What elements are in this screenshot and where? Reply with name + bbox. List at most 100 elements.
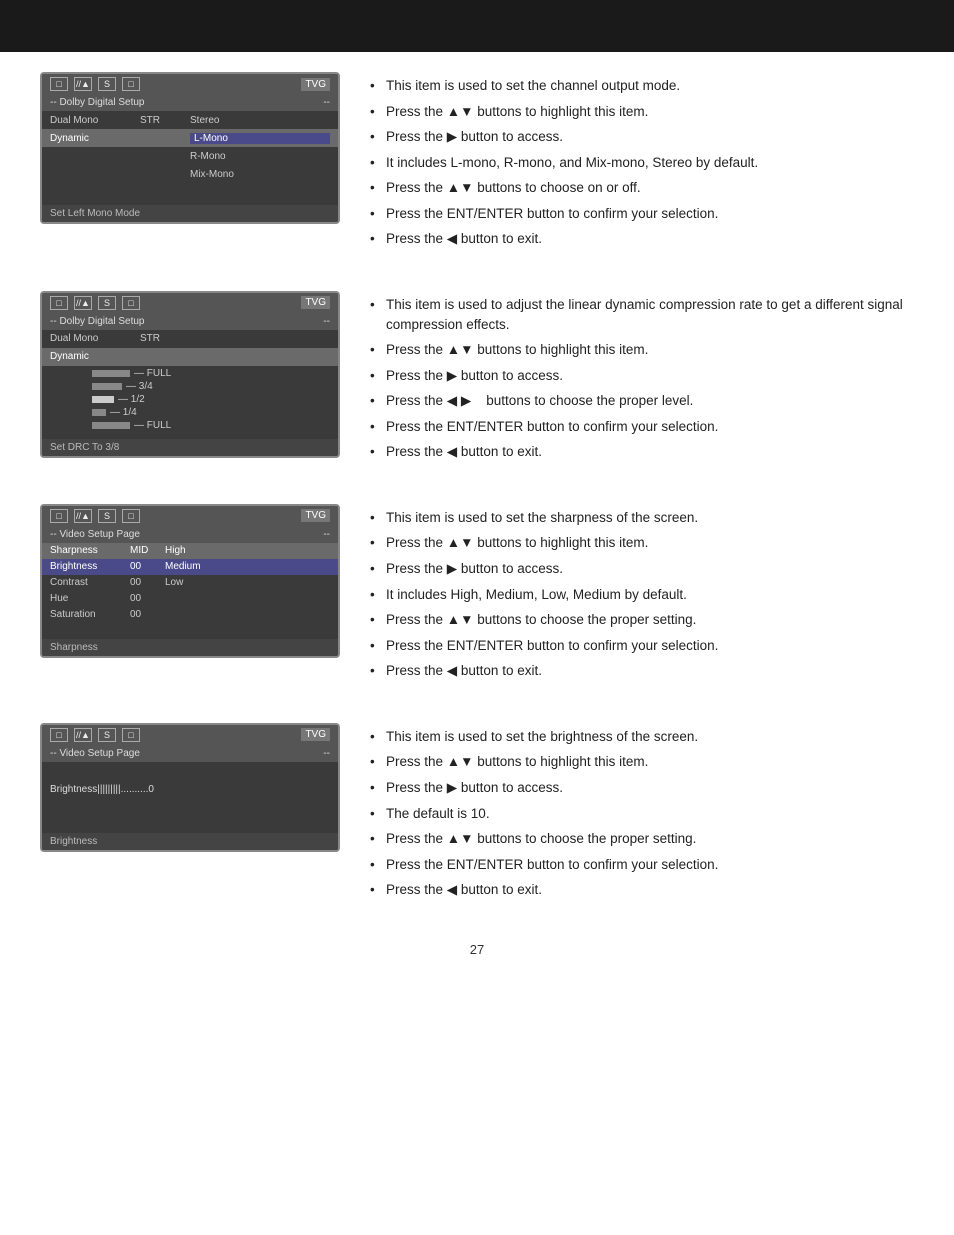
v-col2: 00 bbox=[130, 593, 165, 604]
tv-top-bar: □ //▲ S □ TVG bbox=[42, 74, 338, 94]
tv-icon-1: □ bbox=[50, 509, 68, 523]
section-dual-mono: □ //▲ S □ TVG -- Dolby Digital Setup -- … bbox=[40, 72, 914, 255]
menu-header-right: -- bbox=[323, 97, 330, 108]
tv-row: Dual Mono STR bbox=[42, 330, 338, 348]
drc-label: — FULL bbox=[134, 368, 171, 379]
drc-row: — 1/4 bbox=[42, 407, 330, 418]
bullet-item: Press the ▲▼ buttons to highlight this i… bbox=[370, 533, 914, 553]
col3-selected: L-Mono bbox=[190, 133, 330, 144]
section-brightness: □ //▲ S □ TVG -- Video Setup Page -- Bri… bbox=[40, 723, 914, 906]
col3: Stereo bbox=[190, 115, 330, 126]
tv-video-row-brightness: Brightness 00 Medium bbox=[42, 559, 338, 575]
tv-icons: □ //▲ S □ bbox=[50, 728, 140, 742]
drc-bar bbox=[92, 409, 106, 416]
bullet-item: This item is used to adjust the linear d… bbox=[370, 295, 914, 334]
v-col1: Hue bbox=[50, 593, 130, 604]
bullet-item: This item is used to set the brightness … bbox=[370, 727, 914, 747]
bullet-item: Press the ▲▼ buttons to choose the prope… bbox=[370, 829, 914, 849]
tv-screen-dual-mono: □ //▲ S □ TVG -- Dolby Digital Setup -- … bbox=[40, 72, 340, 224]
tv-footer: Set Left Mono Mode bbox=[42, 205, 338, 222]
page-content: □ //▲ S □ TVG -- Dolby Digital Setup -- … bbox=[0, 52, 954, 997]
tv-icon-4: □ bbox=[122, 728, 140, 742]
tv-icon-1: □ bbox=[50, 728, 68, 742]
v-col1: Saturation bbox=[50, 609, 130, 620]
bullet-item: Press the ENT/ENTER button to confirm yo… bbox=[370, 417, 914, 437]
bullet-list-brightness: This item is used to set the brightness … bbox=[370, 723, 914, 906]
drc-label: — 1/4 bbox=[110, 407, 137, 418]
tv-icon-4: □ bbox=[122, 509, 140, 523]
tv-icon-1: □ bbox=[50, 77, 68, 91]
bullet-list-dual-mono: This item is used to set the channel out… bbox=[370, 72, 914, 255]
tv-menu-body: Sharpness MID High Brightness 00 Medium … bbox=[42, 543, 338, 637]
tv-video-row-contrast: Contrast 00 Low bbox=[42, 575, 338, 591]
drc-row-highlighted: — 1/2 bbox=[42, 394, 330, 405]
drc-bar bbox=[92, 422, 130, 429]
col1: Dual Mono bbox=[50, 115, 140, 126]
col1: Dynamic bbox=[50, 351, 140, 362]
drc-label: — FULL bbox=[134, 420, 171, 431]
bullet-list-sharpness: This item is used to set the sharpness o… bbox=[370, 504, 914, 687]
v-col2: 00 bbox=[130, 609, 165, 620]
tv-icon-2: //▲ bbox=[74, 728, 92, 742]
bullet-item: Press the ENT/ENTER button to confirm yo… bbox=[370, 636, 914, 656]
tv-screen-dynamic: □ //▲ S □ TVG -- Dolby Digital Setup -- … bbox=[40, 291, 340, 458]
bullet-item: Press the ENT/ENTER button to confirm yo… bbox=[370, 855, 914, 875]
v-col3: Medium bbox=[165, 561, 330, 572]
tv-tvg-label: TVG bbox=[301, 728, 330, 741]
drc-label: — 3/4 bbox=[126, 381, 153, 392]
menu-header-right: -- bbox=[323, 316, 330, 327]
v-col1: Sharpness bbox=[50, 545, 130, 556]
tv-menu-header: -- Dolby Digital Setup -- bbox=[42, 313, 338, 330]
bullet-item: It includes L-mono, R-mono, and Mix-mono… bbox=[370, 153, 914, 173]
tv-icon-2: //▲ bbox=[74, 296, 92, 310]
drc-label: — 1/2 bbox=[118, 394, 145, 405]
section-dynamic: □ //▲ S □ TVG -- Dolby Digital Setup -- … bbox=[40, 291, 914, 468]
tv-icon-3: S bbox=[98, 728, 116, 742]
col3: R-Mono bbox=[190, 151, 330, 162]
tv-icon-4: □ bbox=[122, 296, 140, 310]
tv-top-bar: □ //▲ S □ TVG bbox=[42, 293, 338, 313]
drc-bars: — FULL — 3/4 — 1/2 — 1/4 bbox=[42, 366, 338, 433]
tv-video-row-saturation: Saturation 00 bbox=[42, 607, 338, 623]
bullet-item: Press the ▶ button to access. bbox=[370, 778, 914, 798]
tv-tvg-label: TVG bbox=[301, 296, 330, 309]
tv-menu-header: -- Video Setup Page -- bbox=[42, 745, 338, 762]
bullet-item: Press the ▶ button to access. bbox=[370, 127, 914, 147]
tv-footer: Set DRC To 3/8 bbox=[42, 439, 338, 456]
bullet-item: Press the ▲▼ buttons to highlight this i… bbox=[370, 752, 914, 772]
tv-icons: □ //▲ S □ bbox=[50, 509, 140, 523]
col1: Dynamic bbox=[50, 133, 140, 144]
bullet-item: This item is used to set the channel out… bbox=[370, 76, 914, 96]
drc-row: — FULL bbox=[42, 420, 330, 431]
tv-top-bar: □ //▲ S □ TVG bbox=[42, 725, 338, 745]
header-bar bbox=[0, 0, 954, 52]
tv-top-bar: □ //▲ S □ TVG bbox=[42, 506, 338, 526]
bullet-item: Press the ◀ button to exit. bbox=[370, 442, 914, 462]
tv-row: R-Mono bbox=[42, 147, 338, 165]
tv-video-row-sharpness: Sharpness MID High bbox=[42, 543, 338, 559]
tv-icon-2: //▲ bbox=[74, 77, 92, 91]
bullet-item: The default is 10. bbox=[370, 804, 914, 824]
tv-icon-3: S bbox=[98, 77, 116, 91]
tv-video-row-hue: Hue 00 bbox=[42, 591, 338, 607]
tv-row-dynamic: Dynamic bbox=[42, 348, 338, 366]
tv-icon-1: □ bbox=[50, 296, 68, 310]
col3: Mix-Mono bbox=[190, 169, 330, 180]
tv-menu-body: Dual Mono STR Dynamic — FULL bbox=[42, 330, 338, 437]
tv-menu-header: -- Dolby Digital Setup -- bbox=[42, 94, 338, 111]
tv-icons: □ //▲ S □ bbox=[50, 77, 140, 91]
tv-row: Mix-Mono bbox=[42, 165, 338, 183]
bullet-item: Press the ◀ button to exit. bbox=[370, 880, 914, 900]
tv-screen-brightness: □ //▲ S □ TVG -- Video Setup Page -- Bri… bbox=[40, 723, 340, 852]
tv-icon-3: S bbox=[98, 296, 116, 310]
v-col1: Brightness bbox=[50, 561, 130, 572]
menu-header-left: -- Dolby Digital Setup bbox=[50, 316, 144, 327]
bullet-item: Press the ◀ button to exit. bbox=[370, 661, 914, 681]
bullet-list-dynamic: This item is used to adjust the linear d… bbox=[370, 291, 914, 468]
tv-icons: □ //▲ S □ bbox=[50, 296, 140, 310]
bullet-item: Press the ENT/ENTER button to confirm yo… bbox=[370, 204, 914, 224]
tv-tvg-label: TVG bbox=[301, 509, 330, 522]
bullet-item: It includes High, Medium, Low, Medium by… bbox=[370, 585, 914, 605]
v-col3: Low bbox=[165, 577, 330, 588]
bullet-item: Press the ▶ button to access. bbox=[370, 366, 914, 386]
